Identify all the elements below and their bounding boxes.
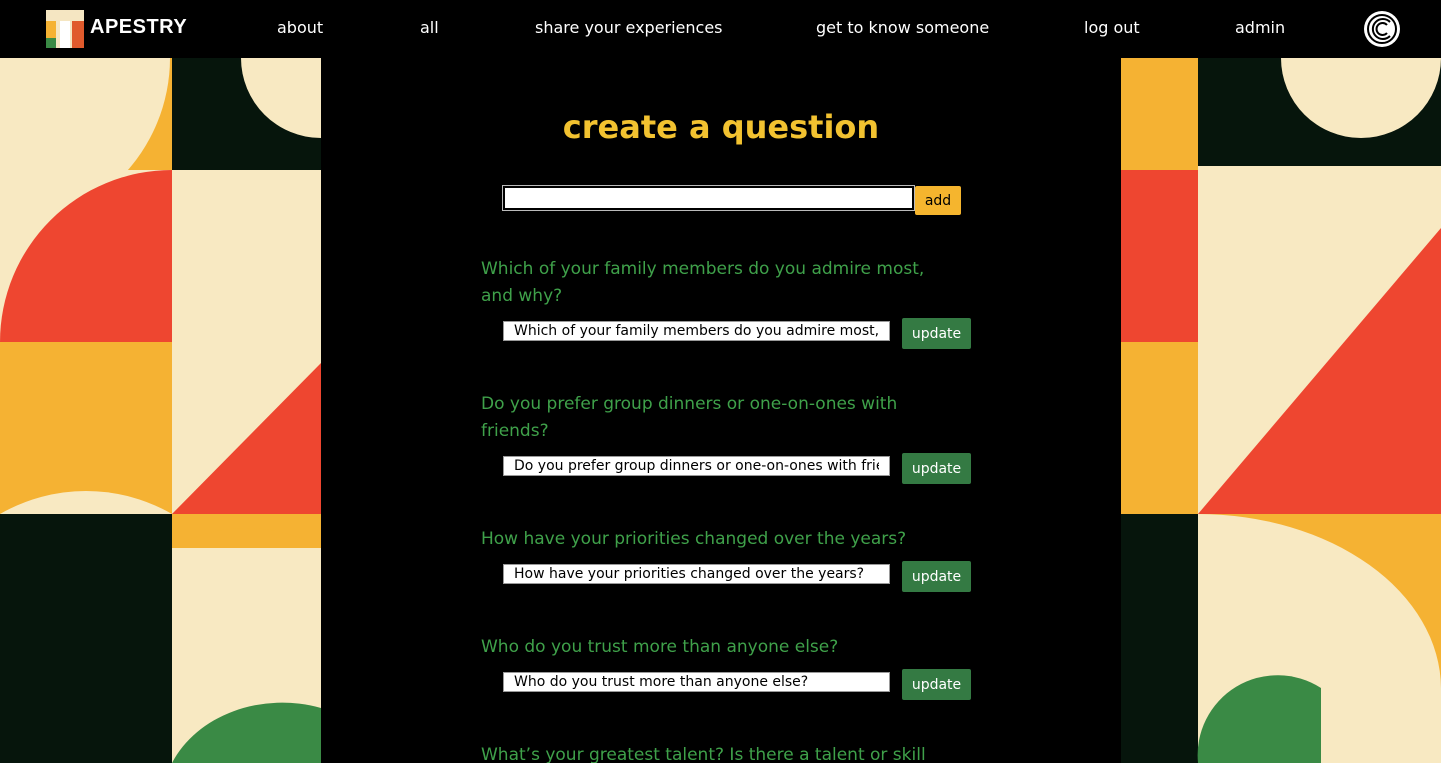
brand-name: APESTRY	[90, 15, 188, 38]
question-item: Which of your family members do you admi…	[481, 256, 981, 376]
right-pattern-panel	[1121, 58, 1441, 763]
nav-about[interactable]: about	[277, 18, 323, 37]
page-title: create a question	[562, 108, 880, 146]
circle-logo-icon[interactable]	[1363, 10, 1401, 48]
question-text: Who do you trust more than anyone else?	[481, 637, 839, 657]
update-question-button[interactable]: update	[902, 561, 971, 592]
update-question-button[interactable]: update	[902, 318, 971, 349]
new-question-input[interactable]	[502, 185, 915, 211]
left-pattern-panel	[0, 58, 321, 763]
tapestry-logo-icon	[46, 10, 84, 48]
top-navigation-bar: APESTRY about all share your experiences…	[0, 0, 1441, 58]
nav-log-out[interactable]: log out	[1084, 18, 1140, 37]
question-edit-input[interactable]	[503, 672, 890, 692]
question-text: How have your priorities changed over th…	[481, 529, 907, 549]
add-question-button[interactable]: add	[915, 186, 961, 215]
geometric-pattern-left	[0, 58, 321, 763]
question-text: Which of your family members do you admi…	[481, 259, 925, 306]
main-nav: about all share your experiences get to …	[0, 0, 1441, 58]
question-edit-input[interactable]	[503, 321, 890, 341]
question-edit-input[interactable]	[503, 456, 890, 476]
update-question-button[interactable]: update	[902, 669, 971, 700]
question-item: What’s your greatest talent? Is there a …	[481, 742, 981, 763]
question-edit-input[interactable]	[503, 564, 890, 584]
nav-admin[interactable]: admin	[1235, 18, 1285, 37]
update-question-button[interactable]: update	[902, 453, 971, 484]
brand-logo[interactable]: APESTRY	[46, 10, 187, 48]
question-text: Do you prefer group dinners or one-on-on…	[481, 394, 898, 441]
question-item: How have your priorities changed over th…	[481, 526, 981, 616]
nav-all[interactable]: all	[420, 18, 439, 37]
question-text: What’s your greatest talent? Is there a …	[481, 745, 926, 763]
nav-share-your-experiences[interactable]: share your experiences	[535, 18, 723, 37]
nav-get-to-know-someone[interactable]: get to know someone	[816, 18, 989, 37]
question-item: Do you prefer group dinners or one-on-on…	[481, 391, 981, 511]
main-content: create a question add Which of your fami…	[321, 58, 1121, 763]
geometric-pattern-right	[1121, 58, 1441, 763]
page: APESTRY about all share your experiences…	[0, 0, 1441, 763]
question-item: Who do you trust more than anyone else? …	[481, 634, 981, 724]
